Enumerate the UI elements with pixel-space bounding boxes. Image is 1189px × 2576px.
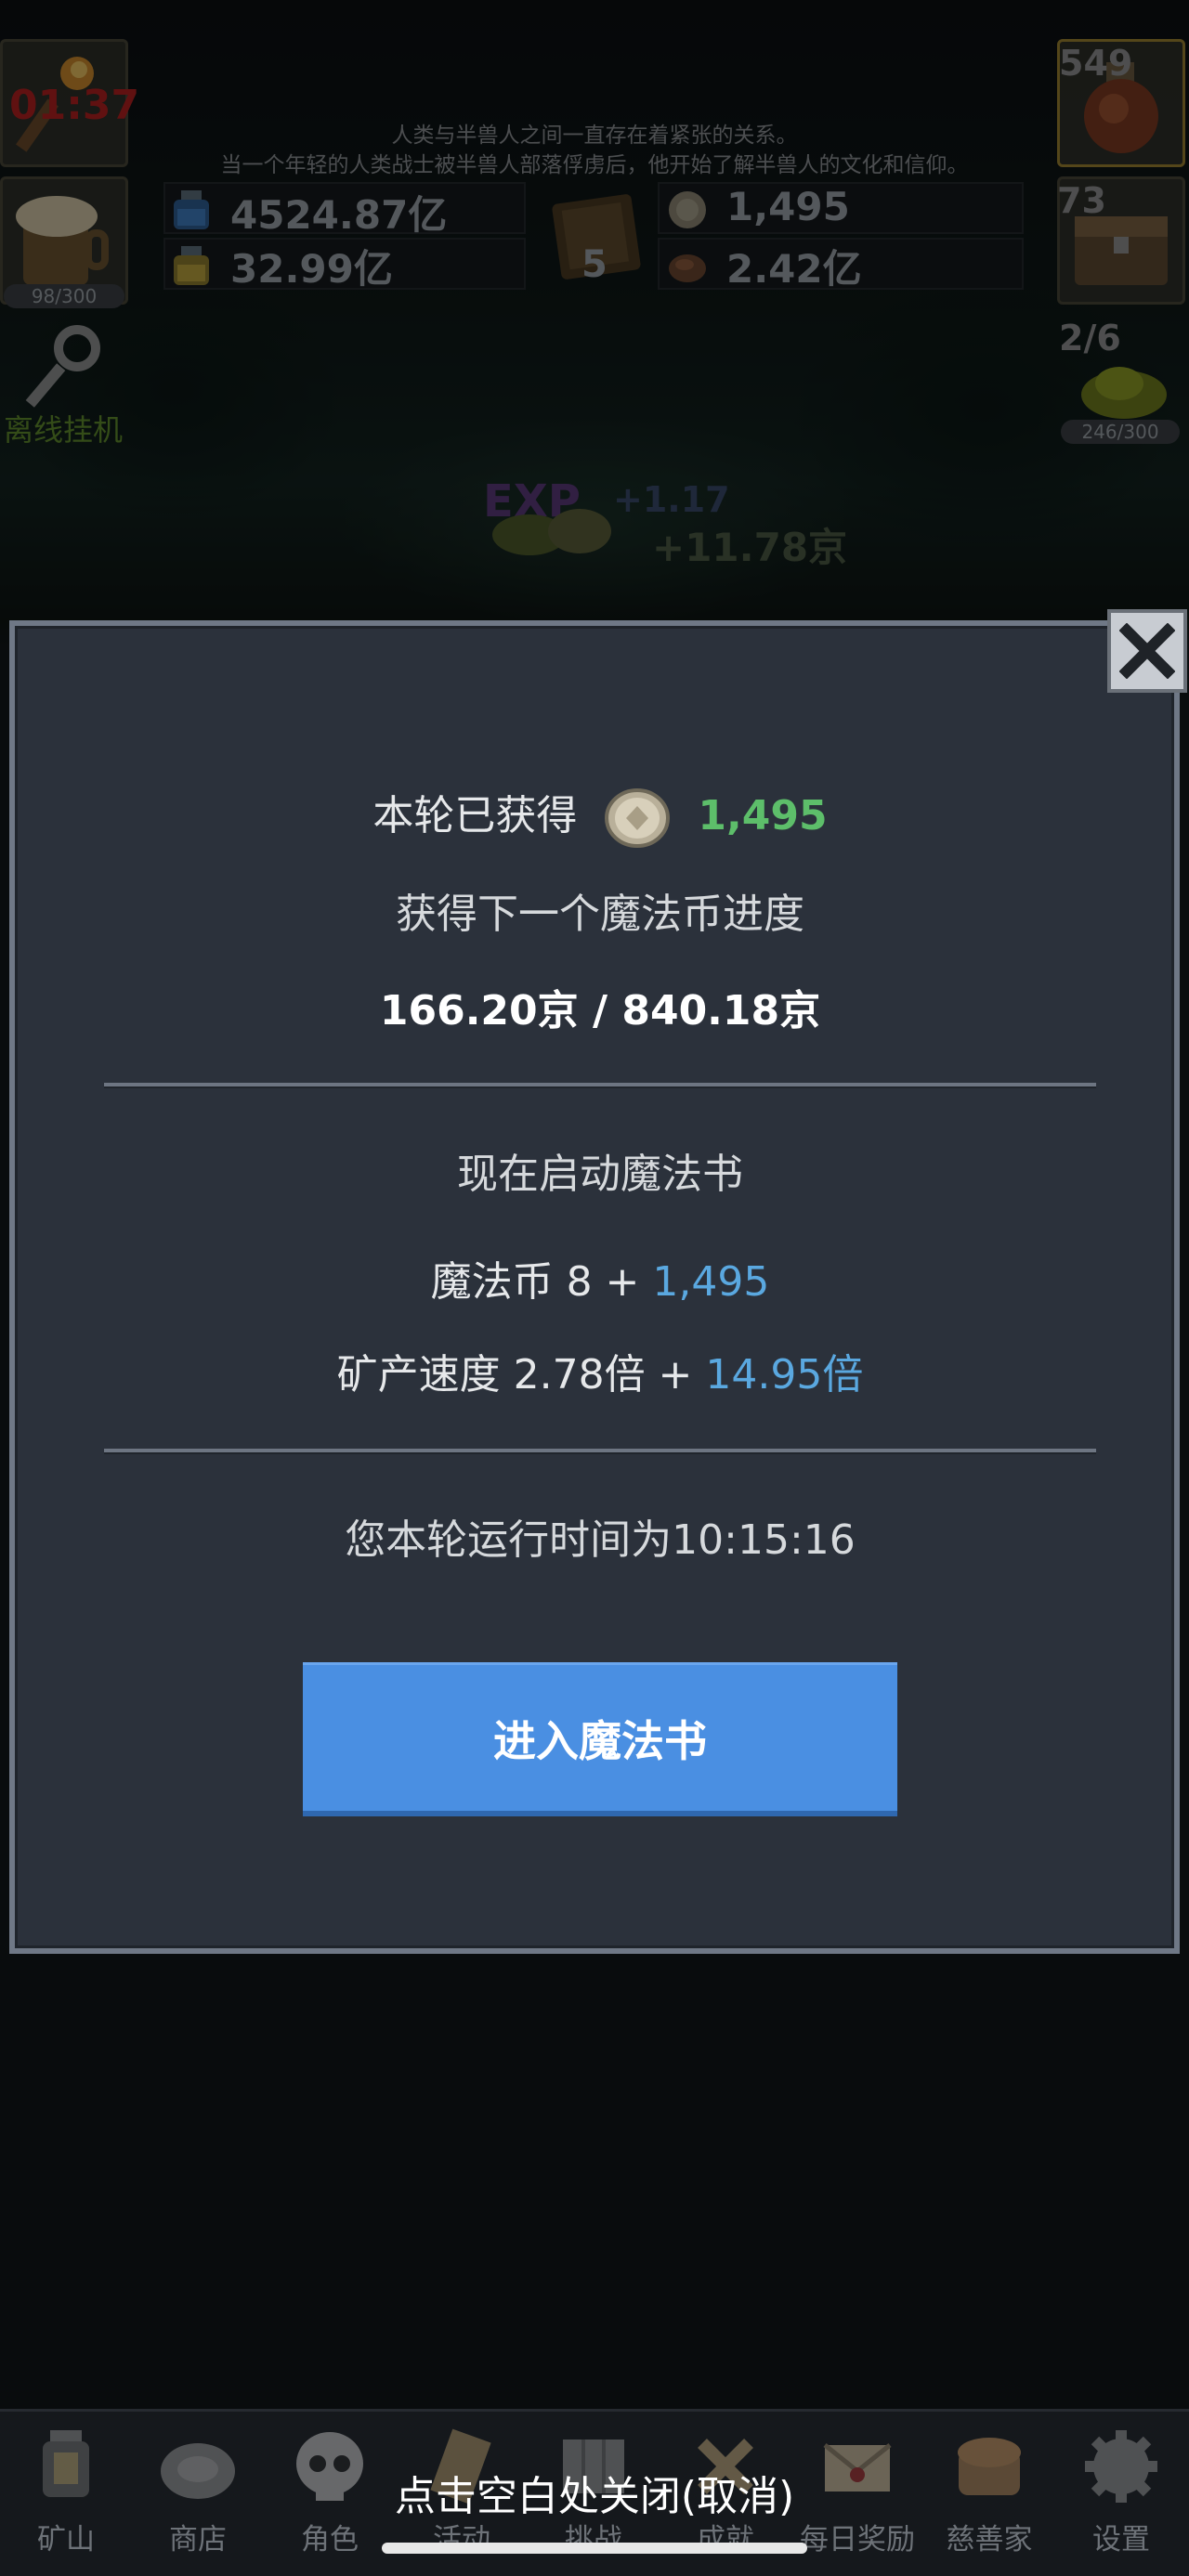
coin-icon (603, 787, 672, 849)
earned-value: 1,495 (698, 792, 828, 839)
next-progress-label: 获得下一个魔法币进度 (396, 891, 804, 938)
magic-coin-row: 魔法币 8 + 1,495 (15, 1248, 1185, 1308)
home-indicator[interactable] (382, 2543, 807, 2554)
magic-coin-label: 魔法币 8 + (430, 1258, 653, 1306)
mine-speed-bonus: 14.95倍 (705, 1351, 864, 1399)
progress-value: 166.20京 / 840.18京 (379, 987, 821, 1034)
close-icon (1119, 623, 1175, 679)
divider-bottom (104, 1449, 1096, 1454)
close-button[interactable] (1107, 609, 1187, 693)
mine-speed-row: 矿产速度 2.78倍 + 14.95倍 (15, 1341, 1185, 1400)
earned-label: 本轮已获得 (372, 792, 578, 839)
runtime-text: 您本轮运行时间为10:15:16 (345, 1516, 856, 1564)
magic-book-modal: 本轮已获得 1,495 获得下一个魔法币进度 166.20京 / 840.18京… (9, 620, 1180, 1954)
start-label: 现在启动魔法书 (457, 1151, 743, 1198)
dismiss-hint[interactable]: 点击空白处关闭(取消) (0, 2463, 1189, 2522)
enter-magic-book-button[interactable]: 进入魔法书 (303, 1662, 897, 1816)
earned-row: 本轮已获得 1,495 (15, 782, 1185, 849)
magic-coin-bonus: 1,495 (652, 1258, 770, 1306)
divider-top (104, 1083, 1096, 1088)
mine-speed-label: 矿产速度 2.78倍 + (336, 1351, 706, 1399)
